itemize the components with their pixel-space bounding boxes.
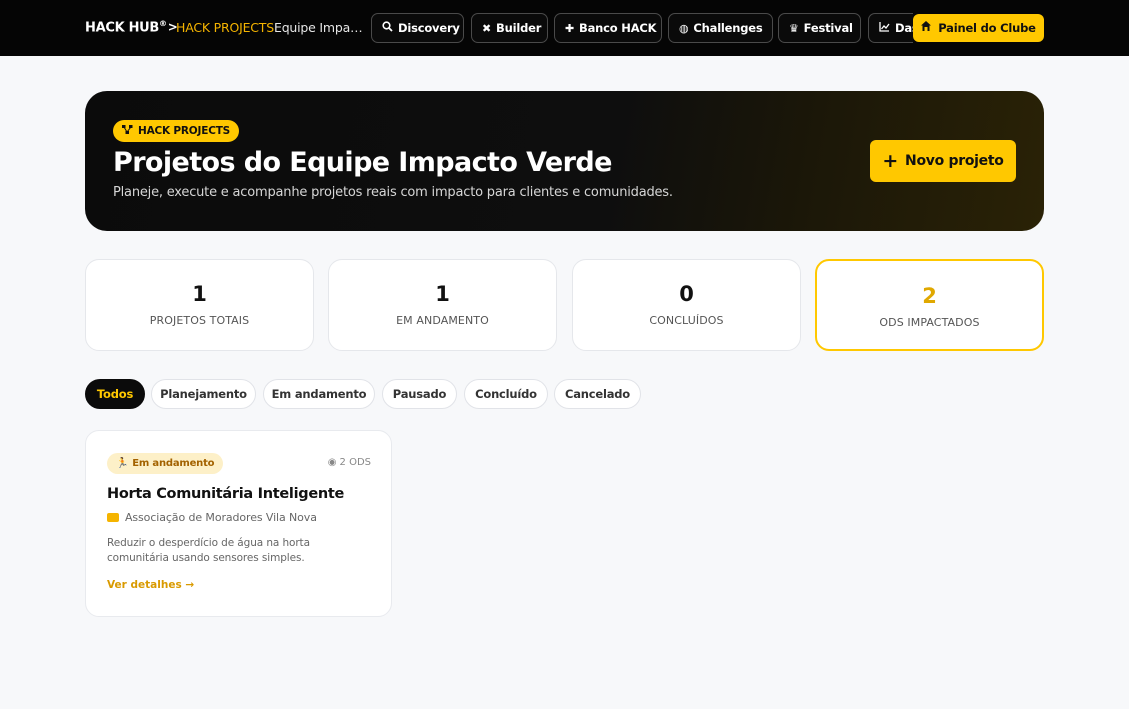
- stat-label: ODS IMPACTADOS: [879, 316, 980, 329]
- status-badge: 🏃 Em andamento: [107, 453, 224, 474]
- stat-card-completed: 0 CONCLUÍDOS: [572, 259, 801, 351]
- project-diagram-icon: [122, 125, 133, 137]
- stat-value: 0: [679, 282, 694, 306]
- hero-banner: HACK PROJECTS Projetos do Equipe Impacto…: [85, 91, 1044, 231]
- running-icon: 🏃: [116, 458, 129, 469]
- id-card-icon: [107, 513, 119, 522]
- nav-festival[interactable]: ♛ Festival: [778, 13, 861, 43]
- stat-value: 1: [192, 282, 207, 306]
- nav-banco-hack[interactable]: ✚ Banco HACK: [554, 13, 662, 43]
- brand-registered-mark: ®: [159, 19, 167, 28]
- filter-concluido[interactable]: Concluído: [464, 379, 548, 409]
- top-navbar: HACK HUB®> HACK PROJECTS Equipe Impacto …: [0, 0, 1129, 56]
- handshake-icon: ◍: [679, 21, 689, 35]
- stat-card-total: 1 PROJETOS TOTAIS: [85, 259, 314, 351]
- filter-cancelado[interactable]: Cancelado: [554, 379, 641, 409]
- stat-label: CONCLUÍDOS: [649, 314, 724, 327]
- home-user-icon: [921, 21, 933, 35]
- stat-label: EM ANDAMENTO: [396, 314, 489, 327]
- club-panel-button[interactable]: Painel do Clube: [913, 14, 1044, 42]
- plus-icon: +: [882, 150, 899, 172]
- puzzle-icon: ✚: [565, 21, 575, 35]
- tools-icon: ✖: [482, 21, 492, 35]
- stat-card-ods: 2 ODS IMPACTADOS: [815, 259, 1044, 351]
- filter-pausado[interactable]: Pausado: [382, 379, 457, 409]
- ods-count: ◉ 2 ODS: [327, 457, 371, 468]
- stat-card-in-progress: 1 EM ANDAMENTO: [328, 259, 557, 351]
- filter-em-andamento[interactable]: Em andamento: [263, 379, 375, 409]
- project-title: Horta Comunitária Inteligente: [107, 486, 345, 502]
- project-client: Associação de Moradores Vila Nova: [107, 511, 317, 524]
- project-card[interactable]: 🏃 Em andamento ◉ 2 ODS Horta Comunitária I…: [85, 430, 392, 617]
- search-icon: [382, 21, 393, 35]
- stat-label: PROJETOS TOTAIS: [149, 314, 250, 327]
- filter-todos[interactable]: Todos: [85, 379, 145, 409]
- chart-line-icon: [879, 21, 890, 35]
- new-project-button[interactable]: + Novo projeto: [870, 140, 1016, 182]
- nav-builder[interactable]: ✖ Builder: [471, 13, 548, 43]
- trophy-icon: ♛: [789, 21, 799, 35]
- nav-dashboard[interactable]: Dashboard: [868, 13, 913, 43]
- page-title: Projetos do Equipe Impacto Verde: [113, 147, 612, 178]
- nav-discovery[interactable]: Discovery: [371, 13, 464, 43]
- stat-value: 1: [435, 282, 450, 306]
- view-details-link[interactable]: Ver detalhes →: [107, 579, 194, 591]
- nav-challenges[interactable]: ◍ Challenges: [668, 13, 773, 43]
- globe-icon: ◉: [327, 457, 337, 468]
- filter-planejamento[interactable]: Planejamento: [151, 379, 256, 409]
- brand-logo[interactable]: HACK HUB®>: [85, 19, 178, 35]
- breadcrumb-team: Equipe Impacto Verde: [274, 20, 364, 35]
- hack-projects-badge: HACK PROJECTS: [113, 120, 240, 142]
- page-subtitle: Planeje, execute e acompanhe projetos re…: [113, 185, 673, 200]
- breadcrumb-hack-projects[interactable]: HACK PROJECTS: [176, 20, 274, 35]
- stat-value: 2: [922, 284, 937, 308]
- project-description: Reduzir o desperdício de água na horta c…: [107, 537, 310, 564]
